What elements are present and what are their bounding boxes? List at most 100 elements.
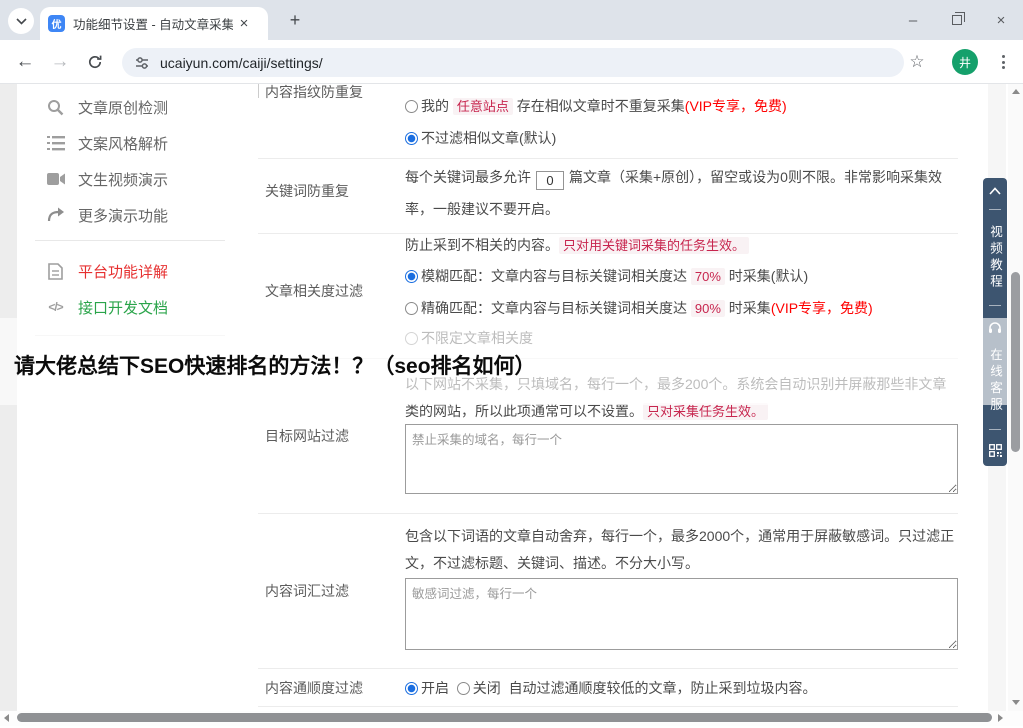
widget-divider [989,429,1001,430]
sidebar-item-more-demos[interactable]: 更多演示功能 [46,205,168,225]
row-label-fingerprint: 内容指纹防重复 [265,84,363,102]
scroll-down-arrow[interactable] [1012,700,1020,705]
radio-checked[interactable] [405,270,418,283]
sidebar-item-label: 接口开发文档 [78,297,168,318]
option-text: 时采集 [725,300,771,316]
url-text[interactable]: ucaiyun.com/caiji/settings/ [160,55,323,71]
row-label-fluency: 内容通顺度过滤 [265,678,363,698]
words-desc-line2: 文，不过滤标题、关键词、描述。不分大小写。 [405,553,699,573]
sidebar-item-style-analysis[interactable]: 文案风格解析 [46,133,168,153]
code-badge: 只对用关键词采集的任务生效。 [559,237,749,254]
radio-unchecked[interactable] [405,302,418,315]
widget-divider [989,209,1001,210]
desc-text: 每个关键词最多允许 [405,169,531,185]
row-divider [258,668,958,669]
forward-button: → [45,40,75,84]
sidebar-item-label: 文案风格解析 [78,133,168,154]
horizontal-scrollbar[interactable] [0,711,1023,726]
browser-toolbar: ← → ucaiyun.com/caiji/settings/ ☆ 井 [0,40,1023,84]
tab-close-icon[interactable]: × [235,15,253,32]
maximize-button[interactable] [935,0,979,40]
fluency-off-label[interactable]: 关闭 [473,680,501,696]
fingerprint-option-my-sites[interactable]: 我的 任意站点 存在相似文章时不重复采集(VIP专享，免费) [405,96,787,116]
desc-text: 篇文章（采集+原创），留空或设为0则不限。非常影响采集效 [569,169,942,185]
new-tab-button[interactable]: + [283,9,307,33]
browser-window: 优 功能细节设置 - 自动文章采集器 × + – × ← → ucaiyun.c… [0,0,1023,728]
tab-strip: 优 功能细节设置 - 自动文章采集器 × + – × [0,0,1023,40]
vip-note: (VIP专享，免费) [771,300,873,316]
qr-code-icon[interactable] [989,444,1002,457]
option-text: 模糊匹配：文章内容与目标关键词相关度达 [421,268,691,284]
window-controls: – × [891,0,1023,40]
horizontal-scrollbar-thumb[interactable] [17,713,992,722]
back-button[interactable]: ← [10,40,40,84]
option-text: 存在相似文章时不重复采集 [513,98,685,114]
row-label-keyword: 关键词防重复 [265,181,349,201]
scroll-right-arrow[interactable] [998,714,1003,722]
scroll-left-arrow[interactable] [4,714,9,722]
keyword-limit-input[interactable] [536,171,564,190]
fluency-options: 开启 关闭 自动过滤通顺度较低的文章，防止采到垃圾内容。 [405,678,817,698]
site-favicon: 优 [48,15,65,32]
code-badge: 只对采集任务生效。 [643,403,768,420]
sidebar-item-text-to-video[interactable]: 文生视频演示 [46,169,168,189]
address-bar[interactable]: ucaiyun.com/caiji/settings/ [122,48,904,77]
radio-checked[interactable] [405,132,418,145]
minimize-button[interactable]: – [891,0,935,40]
desc-text: 类的网站，所以此项通常可以不设置。 [405,403,643,419]
row-divider [258,706,958,707]
radio-unchecked[interactable] [457,682,470,695]
words-filter-textarea[interactable] [405,578,958,650]
fingerprint-option-no-filter[interactable]: 不过滤相似文章(默认) [405,128,556,148]
keyword-limit-line2: 率，一般建议不要开启。 [405,199,559,219]
ordered-list-icon [46,134,65,153]
video-tutorial-link[interactable]: 视频教程 [983,225,1007,291]
row-divider [258,233,958,234]
sidebar-item-label: 更多演示功能 [78,205,168,226]
sidebar-item-originality-check[interactable]: 文章原创检测 [46,97,168,117]
sidebar-item-api-docs[interactable]: </> 接口开发文档 [46,297,168,317]
vip-note: (VIP专享，免费) [685,98,787,114]
seo-question-caption: 请大佬总结下SEO快速排名的方法！？（seo排名如何） [14,350,536,380]
chevron-down-icon [16,18,27,25]
video-camera-icon [46,170,65,189]
scroll-up-arrow[interactable] [1012,89,1020,94]
tab-search-button[interactable] [8,8,34,34]
active-tab[interactable]: 优 功能细节设置 - 自动文章采集器 × [40,7,268,40]
code-badge: 90% [691,300,725,317]
words-desc-line1: 包含以下词语的文章自动舍弃，每行一个，最多2000个，通常用于屏蔽敏感词。只过滤… [405,526,954,546]
option-text: 时采集(默认) [725,268,808,284]
sidebar-item-platform-features[interactable]: 平台功能详解 [46,261,168,281]
browser-menu-icon[interactable] [995,52,1011,72]
page-content: 文章原创检测 文案风格解析 文生视频演示 更多演示功能 平台功能详解 </> 接… [0,84,1023,712]
row-label-words: 内容词汇过滤 [265,581,349,601]
option-text: 我的 [421,98,453,114]
row-divider [258,158,958,159]
reload-icon [87,54,103,70]
radio-checked[interactable] [405,682,418,695]
sites-filter-textarea[interactable] [405,424,958,494]
row-divider [258,513,958,514]
fluency-on-label[interactable]: 开启 [421,680,449,696]
bookmark-star-icon[interactable]: ☆ [903,40,931,84]
sidebar-item-label: 文生视频演示 [78,169,168,190]
share-arrow-icon [46,206,65,225]
vertical-scrollbar-thumb[interactable] [1011,272,1020,452]
sidebar-item-label: 文章原创检测 [78,97,168,118]
document-icon [46,262,65,281]
relevance-option-exact[interactable]: 精确匹配：文章内容与目标关键词相关度达 90% 时采集(VIP专享，免费) [405,298,873,318]
reload-button[interactable] [80,40,110,84]
relevance-option-fuzzy[interactable]: 模糊匹配：文章内容与目标关键词相关度达 70% 时采集(默认) [405,266,808,286]
close-button[interactable]: × [979,0,1023,40]
profile-avatar[interactable]: 井 [952,49,978,75]
radio-unchecked[interactable] [405,100,418,113]
chevron-up-icon[interactable] [989,187,1001,195]
widget-divider [989,305,1001,306]
code-badge: 任意站点 [453,98,513,115]
desc-text: 防止采到不相关的内容。 [405,237,559,253]
option-text: 精确匹配：文章内容与目标关键词相关度达 [421,300,691,316]
site-info-icon[interactable] [134,55,150,71]
desc-text: 自动过滤通顺度较低的文章，防止采到垃圾内容。 [509,680,817,696]
code-icon: </> [46,298,65,317]
vertical-scrollbar[interactable] [1008,84,1023,712]
